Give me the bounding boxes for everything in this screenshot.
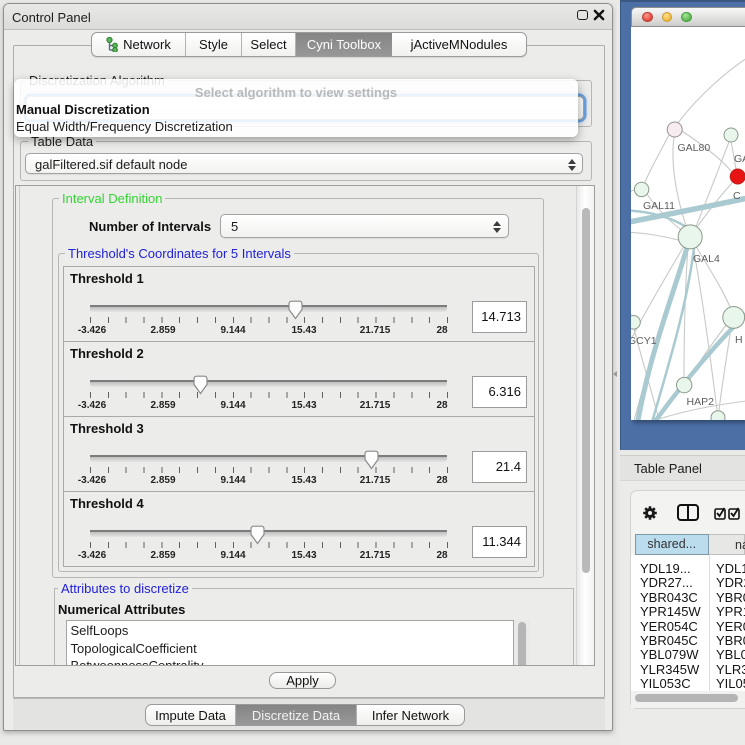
svg-text:GAL80: GAL80 <box>678 142 711 154</box>
svg-text:H: H <box>735 334 743 346</box>
svg-text:HAP2: HAP2 <box>687 396 715 408</box>
svg-text:C: C <box>733 190 741 202</box>
svg-text:GAL11: GAL11 <box>643 200 675 212</box>
svg-text:GCY1: GCY1 <box>631 335 657 347</box>
svg-text:GAL4: GAL4 <box>693 253 720 265</box>
svg-text:GA: GA <box>734 153 745 165</box>
